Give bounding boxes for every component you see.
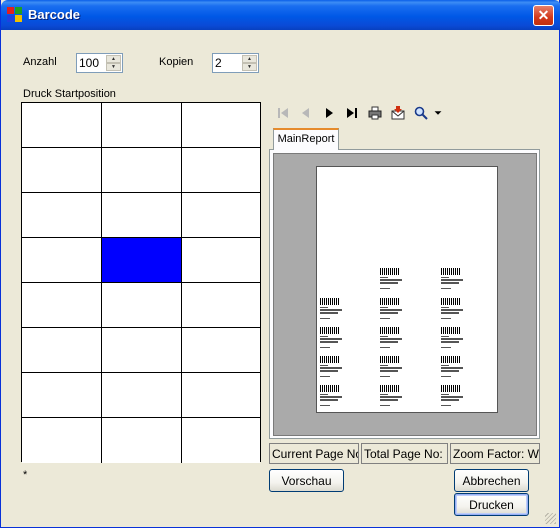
tab-mainreport[interactable]: MainReport: [273, 128, 339, 150]
anzahl-down-button[interactable]: ▼: [106, 63, 121, 71]
barcode-label-preview: [441, 356, 467, 384]
grid-cell[interactable]: [102, 193, 182, 238]
close-button[interactable]: ✕: [533, 5, 554, 26]
barcode-label-preview: [320, 298, 346, 326]
grid-cell[interactable]: [22, 418, 102, 463]
zoom-button[interactable]: [409, 102, 432, 124]
next-page-button[interactable]: [317, 102, 340, 124]
grid-cell[interactable]: [182, 328, 260, 373]
resize-grip[interactable]: [545, 513, 556, 524]
zoom-icon: [414, 106, 428, 120]
barcode-label-preview: [320, 385, 346, 413]
chevron-up-icon: ▲: [247, 55, 252, 62]
export-icon: [391, 106, 404, 120]
chevron-up-icon: ▲: [111, 55, 116, 62]
anzahl-up-button[interactable]: ▲: [106, 55, 121, 63]
print-button[interactable]: [363, 102, 386, 124]
kopien-stepper[interactable]: 2 ▲ ▼: [212, 53, 259, 73]
preview-button[interactable]: Vorschau: [269, 469, 344, 492]
grid-cell[interactable]: [102, 418, 182, 463]
barcode-label-preview: [320, 327, 346, 355]
app-icon: [7, 7, 23, 23]
kopien-value[interactable]: 2: [215, 56, 222, 70]
grid-cell[interactable]: [182, 103, 260, 148]
export-button[interactable]: [386, 102, 409, 124]
grid-cell[interactable]: [182, 148, 260, 193]
grid-cell[interactable]: [102, 283, 182, 328]
grid-cell[interactable]: [102, 328, 182, 373]
anzahl-value[interactable]: 100: [79, 56, 99, 70]
window-title: Barcode: [28, 7, 81, 22]
print-icon: [368, 106, 381, 120]
prev-page-icon: [301, 108, 309, 118]
barcode-label-preview: [441, 327, 467, 355]
dropdown-arrow-icon: [434, 111, 442, 115]
kopien-up-button[interactable]: ▲: [242, 55, 257, 63]
last-page-icon: [346, 108, 357, 118]
close-icon: ✕: [537, 7, 550, 23]
zoom-factor-status: Zoom Factor: W: [450, 443, 540, 464]
start-position-label: Druck Startposition: [23, 88, 116, 100]
asterisk-note: *: [23, 469, 28, 481]
report-toolbar: [271, 102, 444, 124]
chevron-down-icon: ▼: [247, 63, 252, 70]
start-position-grid: [21, 102, 261, 463]
barcode-label-preview: [441, 385, 467, 413]
kopien-down-button[interactable]: ▼: [242, 63, 257, 71]
cancel-button[interactable]: Abbrechen: [454, 469, 529, 492]
report-page-preview: [316, 166, 498, 413]
anzahl-label: Anzahl: [23, 56, 57, 68]
grid-cell[interactable]: [22, 373, 102, 418]
title-bar[interactable]: Barcode ✕: [1, 0, 560, 30]
anzahl-stepper[interactable]: 100 ▲ ▼: [76, 53, 123, 73]
grid-cell[interactable]: [22, 148, 102, 193]
grid-cell[interactable]: [182, 238, 260, 283]
grid-cell[interactable]: [22, 193, 102, 238]
first-page-button[interactable]: [271, 102, 294, 124]
print-submit-button[interactable]: Drucken: [454, 493, 529, 516]
grid-cell[interactable]: [182, 193, 260, 238]
grid-cell[interactable]: [102, 373, 182, 418]
grid-cell[interactable]: [102, 103, 182, 148]
total-page-status: Total Page No:: [361, 443, 448, 464]
next-page-icon: [325, 108, 333, 118]
barcode-label-preview: [380, 268, 406, 296]
grid-cell[interactable]: [102, 148, 182, 193]
barcode-label-preview: [441, 298, 467, 326]
grid-cell[interactable]: [22, 103, 102, 148]
grid-cell[interactable]: [182, 418, 260, 463]
grid-cell[interactable]: [22, 238, 102, 283]
barcode-label-preview: [441, 268, 467, 296]
grid-cell[interactable]: [182, 373, 260, 418]
zoom-dropdown-button[interactable]: [432, 102, 444, 124]
barcode-label-preview: [380, 298, 406, 326]
barcode-label-preview: [380, 385, 406, 413]
chevron-down-icon: ▼: [111, 63, 116, 70]
barcode-label-preview: [320, 356, 346, 384]
prev-page-button[interactable]: [294, 102, 317, 124]
barcode-label-preview: [380, 356, 406, 384]
grid-cell[interactable]: [22, 283, 102, 328]
grid-cell[interactable]: [182, 283, 260, 328]
report-viewer[interactable]: [273, 153, 537, 436]
first-page-icon: [277, 108, 288, 118]
last-page-button[interactable]: [340, 102, 363, 124]
barcode-dialog: Barcode ✕ Anzahl 100 ▲ ▼ Kopien 2 ▲ ▼ Dr…: [0, 0, 560, 528]
grid-cell[interactable]: [22, 328, 102, 373]
grid-cell[interactable]: [102, 238, 182, 283]
current-page-status: Current Page No: [269, 443, 359, 464]
kopien-label: Kopien: [159, 56, 194, 68]
barcode-label-preview: [380, 327, 406, 355]
